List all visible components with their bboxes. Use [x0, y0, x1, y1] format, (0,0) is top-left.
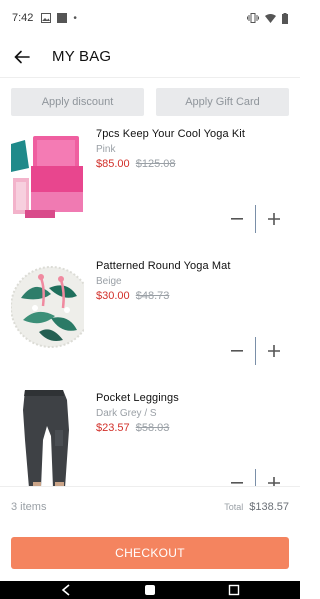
plus-icon — [268, 477, 280, 486]
status-bar: 7:42 • — [0, 0, 300, 36]
quantity-stepper — [226, 204, 286, 234]
decrease-quantity-button[interactable] — [226, 472, 248, 486]
quantity-stepper — [226, 468, 286, 486]
status-time: 7:42 — [12, 12, 34, 24]
original-price: $58.03 — [135, 422, 170, 434]
price: $30.00 — [96, 290, 130, 302]
price-row: $30.00 $48.73 — [96, 290, 292, 302]
price-row: $85.00 $125.08 — [96, 158, 292, 170]
product-variant: Dark Grey / S — [96, 408, 157, 419]
cart-item: Pocket Leggings Dark Grey / S $23.57 $58… — [0, 386, 300, 486]
home-nav-icon[interactable] — [143, 583, 157, 597]
product-name[interactable]: 7pcs Keep Your Cool Yoga Kit — [96, 127, 292, 141]
order-summary: 3 items Total $138.57 — [0, 486, 300, 526]
plus-icon — [268, 213, 280, 225]
minus-icon — [231, 350, 243, 352]
status-dot: • — [73, 12, 77, 24]
back-nav-icon[interactable] — [59, 583, 73, 597]
product-image-yoga-kit[interactable] — [11, 122, 84, 220]
status-icons — [247, 12, 288, 24]
minus-icon — [231, 218, 243, 220]
promo-actions: Apply discount Apply Gift Card — [11, 88, 289, 116]
decrease-quantity-button[interactable] — [226, 340, 248, 362]
system-nav-bar — [0, 581, 300, 599]
plus-icon — [268, 345, 280, 357]
apply-discount-button[interactable]: Apply discount — [11, 88, 144, 116]
battery-icon — [282, 12, 288, 24]
recents-nav-icon[interactable] — [227, 583, 241, 597]
back-button[interactable] — [2, 37, 42, 77]
stepper-divider — [255, 205, 256, 233]
item-info: Patterned Round Yoga Mat Beige $30.00 $4… — [96, 259, 292, 302]
increase-quantity-button[interactable] — [263, 340, 285, 362]
increase-quantity-button[interactable] — [263, 472, 285, 486]
apply-gift-card-button[interactable]: Apply Gift Card — [156, 88, 289, 116]
arrow-back-icon — [14, 50, 30, 63]
minus-icon — [231, 482, 243, 484]
price: $23.57 — [96, 422, 130, 434]
price-row: $23.57 $58.03 — [96, 422, 292, 434]
quantity-stepper — [226, 336, 286, 366]
item-info: 7pcs Keep Your Cool Yoga Kit Pink $85.00… — [96, 127, 292, 170]
photo-icon — [57, 13, 68, 23]
vibrate-icon — [247, 13, 259, 23]
cart-item: Patterned Round Yoga Mat Beige $30.00 $4… — [0, 254, 300, 386]
item-count: 3 items — [11, 500, 47, 513]
price: $85.00 — [96, 158, 130, 170]
product-variant: Beige — [96, 276, 122, 287]
cart-item: 7pcs Keep Your Cool Yoga Kit Pink $85.00… — [0, 122, 300, 254]
cart-item-list: 7pcs Keep Your Cool Yoga Kit Pink $85.00… — [0, 122, 300, 486]
total-label: Total — [224, 501, 244, 512]
checkout-button[interactable]: CHECKOUT — [11, 537, 289, 569]
decrease-quantity-button[interactable] — [226, 208, 248, 230]
product-name[interactable]: Patterned Round Yoga Mat — [96, 259, 292, 273]
increase-quantity-button[interactable] — [263, 208, 285, 230]
stepper-divider — [255, 337, 256, 365]
wifi-icon — [265, 14, 276, 23]
original-price: $125.08 — [135, 158, 176, 170]
gallery-icon — [41, 13, 52, 23]
item-info: Pocket Leggings Dark Grey / S $23.57 $58… — [96, 391, 292, 434]
stepper-divider — [255, 469, 256, 486]
product-image-leggings[interactable] — [11, 390, 84, 486]
original-price: $48.73 — [135, 290, 170, 302]
product-image-yoga-mat[interactable] — [11, 258, 84, 356]
total-value: $138.57 — [249, 500, 289, 513]
page-title: MY BAG — [52, 48, 112, 65]
product-variant: Pink — [96, 144, 116, 155]
product-name[interactable]: Pocket Leggings — [96, 391, 292, 405]
app-bar: MY BAG — [0, 36, 300, 78]
